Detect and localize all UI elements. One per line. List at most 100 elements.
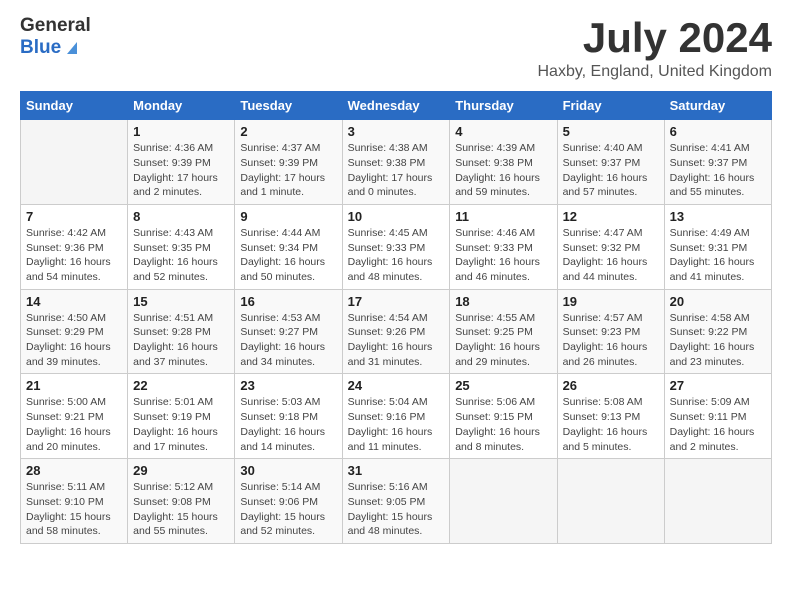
day-number: 18 xyxy=(455,294,551,309)
day-info: Sunrise: 5:06 AM Sunset: 9:15 PM Dayligh… xyxy=(455,395,551,454)
calendar-cell: 23 Sunrise: 5:03 AM Sunset: 9:18 PM Dayli… xyxy=(235,374,342,459)
day-number: 12 xyxy=(563,209,659,224)
calendar-cell: 3 Sunrise: 4:38 AM Sunset: 9:38 PM Daylig… xyxy=(342,120,450,205)
day-info: Sunrise: 5:03 AM Sunset: 9:18 PM Dayligh… xyxy=(240,395,336,454)
day-info: Sunrise: 5:16 AM Sunset: 9:05 PM Dayligh… xyxy=(348,480,445,539)
column-header-monday: Monday xyxy=(128,92,235,120)
column-header-sunday: Sunday xyxy=(21,92,128,120)
calendar-cell: 14Sunrise: 4:50 AM Sunset: 9:29 PM Dayli… xyxy=(21,289,128,374)
column-header-wednesday: Wednesday xyxy=(342,92,450,120)
calendar-cell xyxy=(664,459,771,544)
calendar-week-row: 1Sunrise: 4:36 AM Sunset: 9:39 PM Daylig… xyxy=(21,120,772,205)
calendar-cell: 1Sunrise: 4:36 AM Sunset: 9:39 PM Daylig… xyxy=(128,120,235,205)
calendar-cell: 21 Sunrise: 5:00 AM Sunset: 9:21 PM Dayli… xyxy=(21,374,128,459)
day-number: 1 xyxy=(133,124,229,139)
logo-arrow-icon xyxy=(63,38,81,56)
day-number: 5 xyxy=(563,124,659,139)
day-number: 23 xyxy=(240,378,336,393)
calendar-cell: 16 Sunrise: 4:53 AM Sunset: 9:27 PM Dayli… xyxy=(235,289,342,374)
day-number: 11 xyxy=(455,209,551,224)
day-info: Sunrise: 4:58 AM Sunset: 9:22 PM Dayligh… xyxy=(670,311,766,370)
calendar-header-row: SundayMondayTuesdayWednesdayThursdayFrid… xyxy=(21,92,772,120)
day-info: Sunrise: 4:51 AM Sunset: 9:28 PM Dayligh… xyxy=(133,311,229,370)
calendar-cell: 4Sunrise: 4:39 AM Sunset: 9:38 PM Daylig… xyxy=(450,120,557,205)
day-info: Sunrise: 4:44 AM Sunset: 9:34 PM Dayligh… xyxy=(240,226,336,285)
day-info: Sunrise: 4:46 AM Sunset: 9:33 PM Dayligh… xyxy=(455,226,551,285)
calendar-cell xyxy=(21,120,128,205)
page-header: General Blue July 2024 Haxby, England, U… xyxy=(20,15,772,81)
day-number: 16 xyxy=(240,294,336,309)
day-number: 9 xyxy=(240,209,336,224)
day-number: 30 xyxy=(240,463,336,478)
calendar-week-row: 14Sunrise: 4:50 AM Sunset: 9:29 PM Dayli… xyxy=(21,289,772,374)
day-info: Sunrise: 5:09 AM Sunset: 9:11 PM Dayligh… xyxy=(670,395,766,454)
calendar-cell: 9 Sunrise: 4:44 AM Sunset: 9:34 PM Daylig… xyxy=(235,204,342,289)
day-info: Sunrise: 4:45 AM Sunset: 9:33 PM Dayligh… xyxy=(348,226,445,285)
logo-general: General xyxy=(20,15,91,37)
day-number: 2 xyxy=(240,124,336,139)
day-info: Sunrise: 4:38 AM Sunset: 9:38 PM Dayligh… xyxy=(348,141,445,200)
calendar-cell: 31 Sunrise: 5:16 AM Sunset: 9:05 PM Dayli… xyxy=(342,459,450,544)
day-number: 29 xyxy=(133,463,229,478)
calendar-cell: 13 Sunrise: 4:49 AM Sunset: 9:31 PM Dayli… xyxy=(664,204,771,289)
day-number: 25 xyxy=(455,378,551,393)
calendar-week-row: 28 Sunrise: 5:11 AM Sunset: 9:10 PM Dayli… xyxy=(21,459,772,544)
column-header-tuesday: Tuesday xyxy=(235,92,342,120)
calendar-cell: 8 Sunrise: 4:43 AM Sunset: 9:35 PM Daylig… xyxy=(128,204,235,289)
day-info: Sunrise: 5:11 AM Sunset: 9:10 PM Dayligh… xyxy=(26,480,122,539)
day-number: 7 xyxy=(26,209,122,224)
day-number: 15 xyxy=(133,294,229,309)
calendar-table: SundayMondayTuesdayWednesdayThursdayFrid… xyxy=(20,91,772,544)
calendar-cell: 25 Sunrise: 5:06 AM Sunset: 9:15 PM Dayli… xyxy=(450,374,557,459)
calendar-week-row: 7 Sunrise: 4:42 AM Sunset: 9:36 PM Daylig… xyxy=(21,204,772,289)
column-header-saturday: Saturday xyxy=(664,92,771,120)
calendar-cell: 15 Sunrise: 4:51 AM Sunset: 9:28 PM Dayli… xyxy=(128,289,235,374)
day-number: 19 xyxy=(563,294,659,309)
column-header-thursday: Thursday xyxy=(450,92,557,120)
calendar-cell: 18Sunrise: 4:55 AM Sunset: 9:25 PM Dayli… xyxy=(450,289,557,374)
day-info: Sunrise: 5:00 AM Sunset: 9:21 PM Dayligh… xyxy=(26,395,122,454)
day-number: 8 xyxy=(133,209,229,224)
day-info: Sunrise: 4:40 AM Sunset: 9:37 PM Dayligh… xyxy=(563,141,659,200)
day-info: Sunrise: 4:57 AM Sunset: 9:23 PM Dayligh… xyxy=(563,311,659,370)
day-number: 21 xyxy=(26,378,122,393)
calendar-cell: 6Sunrise: 4:41 AM Sunset: 9:37 PM Daylig… xyxy=(664,120,771,205)
title-block: July 2024 Haxby, England, United Kingdom xyxy=(537,15,772,81)
day-info: Sunrise: 4:47 AM Sunset: 9:32 PM Dayligh… xyxy=(563,226,659,285)
day-number: 17 xyxy=(348,294,445,309)
day-info: Sunrise: 5:08 AM Sunset: 9:13 PM Dayligh… xyxy=(563,395,659,454)
day-number: 31 xyxy=(348,463,445,478)
day-number: 27 xyxy=(670,378,766,393)
calendar-cell: 10 Sunrise: 4:45 AM Sunset: 9:33 PM Dayli… xyxy=(342,204,450,289)
calendar-cell: 19 Sunrise: 4:57 AM Sunset: 9:23 PM Dayli… xyxy=(557,289,664,374)
day-info: Sunrise: 5:01 AM Sunset: 9:19 PM Dayligh… xyxy=(133,395,229,454)
day-info: Sunrise: 4:41 AM Sunset: 9:37 PM Dayligh… xyxy=(670,141,766,200)
day-number: 24 xyxy=(348,378,445,393)
logo: General Blue xyxy=(20,15,91,59)
day-number: 10 xyxy=(348,209,445,224)
day-number: 13 xyxy=(670,209,766,224)
day-number: 26 xyxy=(563,378,659,393)
calendar-cell: 20 Sunrise: 4:58 AM Sunset: 9:22 PM Dayli… xyxy=(664,289,771,374)
day-number: 28 xyxy=(26,463,122,478)
calendar-cell: 27 Sunrise: 5:09 AM Sunset: 9:11 PM Dayli… xyxy=(664,374,771,459)
calendar-cell xyxy=(450,459,557,544)
day-number: 20 xyxy=(670,294,766,309)
day-info: Sunrise: 5:04 AM Sunset: 9:16 PM Dayligh… xyxy=(348,395,445,454)
calendar-cell: 22Sunrise: 5:01 AM Sunset: 9:19 PM Dayli… xyxy=(128,374,235,459)
day-info: Sunrise: 4:53 AM Sunset: 9:27 PM Dayligh… xyxy=(240,311,336,370)
day-info: Sunrise: 4:49 AM Sunset: 9:31 PM Dayligh… xyxy=(670,226,766,285)
calendar-cell: 29 Sunrise: 5:12 AM Sunset: 9:08 PM Dayli… xyxy=(128,459,235,544)
day-number: 3 xyxy=(348,124,445,139)
day-info: Sunrise: 5:12 AM Sunset: 9:08 PM Dayligh… xyxy=(133,480,229,539)
calendar-cell: 5 Sunrise: 4:40 AM Sunset: 9:37 PM Daylig… xyxy=(557,120,664,205)
calendar-cell: 30Sunrise: 5:14 AM Sunset: 9:06 PM Dayli… xyxy=(235,459,342,544)
day-info: Sunrise: 4:42 AM Sunset: 9:36 PM Dayligh… xyxy=(26,226,122,285)
day-number: 14 xyxy=(26,294,122,309)
day-info: Sunrise: 4:37 AM Sunset: 9:39 PM Dayligh… xyxy=(240,141,336,200)
calendar-cell xyxy=(557,459,664,544)
calendar-cell: 26 Sunrise: 5:08 AM Sunset: 9:13 PM Dayli… xyxy=(557,374,664,459)
month-title: July 2024 xyxy=(537,15,772,61)
calendar-cell: 24 Sunrise: 5:04 AM Sunset: 9:16 PM Dayli… xyxy=(342,374,450,459)
day-info: Sunrise: 4:43 AM Sunset: 9:35 PM Dayligh… xyxy=(133,226,229,285)
